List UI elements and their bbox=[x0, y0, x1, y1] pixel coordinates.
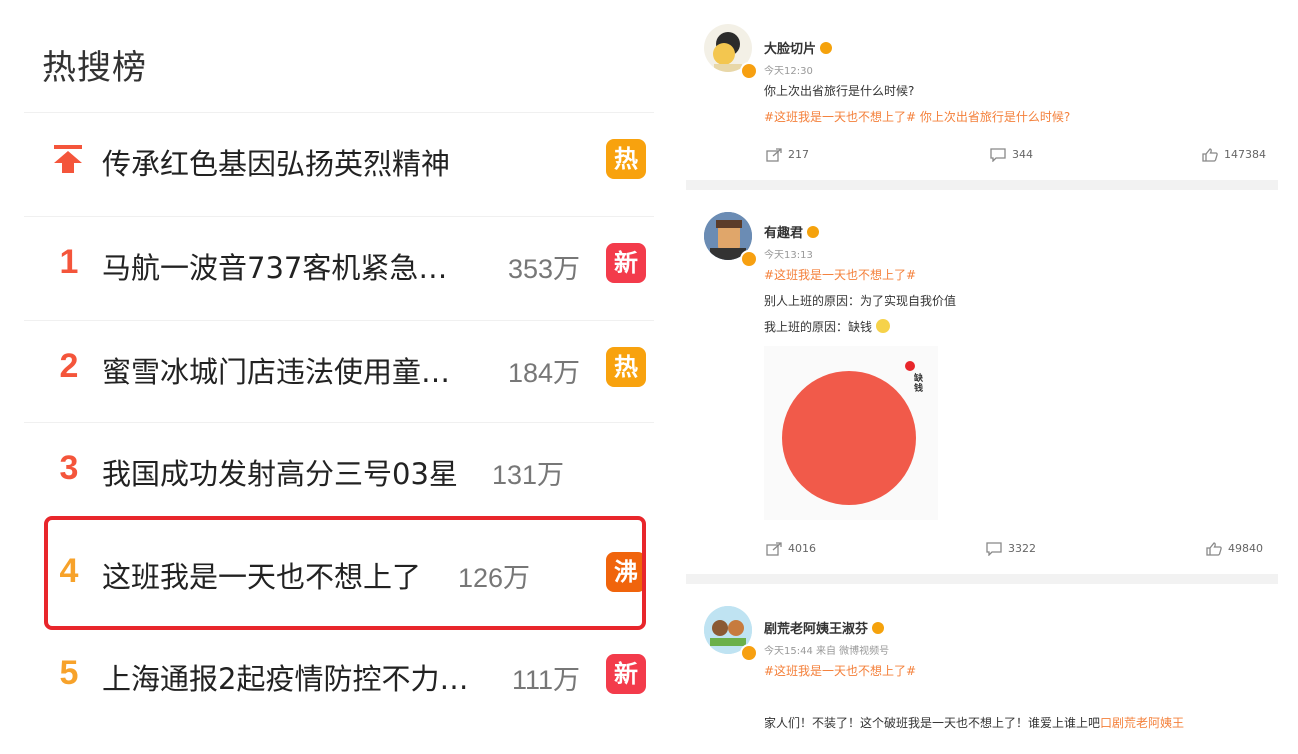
post-time: 今天13:13 bbox=[764, 250, 813, 261]
username[interactable]: 有趣君 bbox=[764, 222, 820, 241]
post-text: 家人们！不装了！这个破班我是一天也不想上了！谁爱上谁上吧口剧荒老阿姨王 bbox=[764, 716, 1185, 730]
hot-badge: 热 bbox=[606, 347, 646, 387]
comment-button[interactable]: 344 bbox=[990, 148, 1033, 162]
rank-number: 3 bbox=[59, 449, 79, 487]
post-time: 今天12:30 bbox=[764, 66, 813, 77]
heat-count: 353万 bbox=[508, 254, 581, 284]
rank-number: 2 bbox=[59, 347, 79, 385]
post-text-line-1: 别人上班的原因：为了实现自我价值 bbox=[764, 294, 957, 308]
comment-button[interactable]: 3322 bbox=[986, 542, 1036, 556]
hot-search-text[interactable]: 上海通报2起疫情防控不力… bbox=[102, 656, 468, 698]
verified-badge-icon bbox=[740, 644, 758, 662]
thumbs-up-icon bbox=[1206, 542, 1222, 556]
heat-count: 184万 bbox=[508, 358, 581, 388]
pie-label: 缺钱 bbox=[914, 374, 924, 394]
hot-search-row[interactable]: 2 蜜雪冰城门店违法使用童… 184万 热 bbox=[24, 320, 654, 413]
username[interactable]: 大脸切片 bbox=[764, 38, 833, 57]
hot-search-text[interactable]: 马航一波音737客机紧急… bbox=[102, 245, 447, 287]
thumbs-up-icon bbox=[1202, 148, 1218, 162]
post-text-line-2: 我上班的原因：缺钱 bbox=[764, 318, 890, 335]
heat-count: 111万 bbox=[512, 665, 581, 695]
repost-button[interactable]: 217 bbox=[766, 148, 809, 162]
topic-link[interactable]: #这班我是一天也不想上了# bbox=[764, 266, 916, 283]
username[interactable]: 剧荒老阿姨王淑芬 bbox=[764, 618, 885, 637]
comment-icon bbox=[990, 148, 1006, 162]
weibo-feed: 大脸切片 今天12:30 你上次出省旅行是什么时候? #这班我是一天也不想上了#… bbox=[686, 0, 1278, 754]
like-button[interactable]: 147384 bbox=[1202, 148, 1266, 162]
hot-search-text[interactable]: 蜜雪冰城门店违法使用童… bbox=[102, 349, 450, 391]
hot-search-text[interactable]: 我国成功发射高分三号03星 bbox=[102, 451, 458, 493]
hot-badge: 热 bbox=[606, 139, 646, 179]
hot-search-row-pinned[interactable]: 传承红色基因弘扬英烈精神 热 bbox=[24, 112, 654, 205]
crown-icon bbox=[820, 42, 833, 54]
verified-badge-icon bbox=[740, 250, 758, 268]
weibo-post: 大脸切片 今天12:30 你上次出省旅行是什么时候? #这班我是一天也不想上了#… bbox=[686, 0, 1278, 180]
comment-icon bbox=[986, 542, 1002, 556]
repost-icon bbox=[766, 542, 782, 556]
hot-search-row[interactable]: 3 我国成功发射高分三号03星 131万 bbox=[24, 422, 654, 515]
hot-search-panel: 热搜榜 传承红色基因弘扬英烈精神 热 1 马航一波音737客机紧急… 353万 … bbox=[0, 0, 668, 754]
hot-search-text[interactable]: 传承红色基因弘扬英烈精神 bbox=[102, 141, 450, 183]
repost-button[interactable]: 4016 bbox=[766, 542, 816, 556]
post-time: 今天15:44 来自 微博视频号 bbox=[764, 646, 890, 657]
repost-icon bbox=[766, 148, 782, 162]
hot-search-row[interactable]: 1 马航一波音737客机紧急… 353万 新 bbox=[24, 216, 654, 309]
verified-badge-icon bbox=[740, 62, 758, 80]
crown-icon bbox=[872, 622, 885, 634]
rank-number: 5 bbox=[59, 654, 79, 692]
new-badge: 新 bbox=[606, 654, 646, 694]
post-actions: 4016 3322 49840 bbox=[686, 536, 1278, 566]
post-image[interactable]: 缺钱 bbox=[764, 346, 938, 520]
pie-image bbox=[782, 361, 916, 505]
post-text: 你上次出省旅行是什么时候? bbox=[764, 84, 915, 98]
hot-search-row[interactable]: 5 上海通报2起疫情防控不力… 111万 新 bbox=[24, 628, 654, 720]
mention-link[interactable]: 口剧荒老阿姨王 bbox=[1100, 716, 1184, 730]
new-badge: 新 bbox=[606, 243, 646, 283]
weibo-post: 有趣君 今天13:13 #这班我是一天也不想上了# 别人上班的原因：为了实现自我… bbox=[686, 190, 1278, 574]
hot-search-title: 热搜榜 bbox=[42, 48, 147, 88]
pin-top-icon bbox=[54, 145, 82, 173]
topic-link[interactable]: #这班我是一天也不想上了# 你上次出省旅行是什么时候? bbox=[764, 108, 1070, 125]
weibo-post: 剧荒老阿姨王淑芬 今天15:44 来自 微博视频号 #这班我是一天也不想上了# … bbox=[686, 584, 1278, 754]
highlight-box bbox=[44, 516, 646, 630]
like-button[interactable]: 49840 bbox=[1206, 542, 1263, 556]
post-actions: 217 344 147384 bbox=[686, 142, 1278, 172]
rank-number: 1 bbox=[59, 243, 79, 281]
topic-link[interactable]: #这班我是一天也不想上了# bbox=[764, 662, 916, 679]
heat-count: 131万 bbox=[492, 460, 565, 490]
crown-icon bbox=[807, 226, 820, 238]
smile-emoji-icon bbox=[875, 319, 890, 333]
